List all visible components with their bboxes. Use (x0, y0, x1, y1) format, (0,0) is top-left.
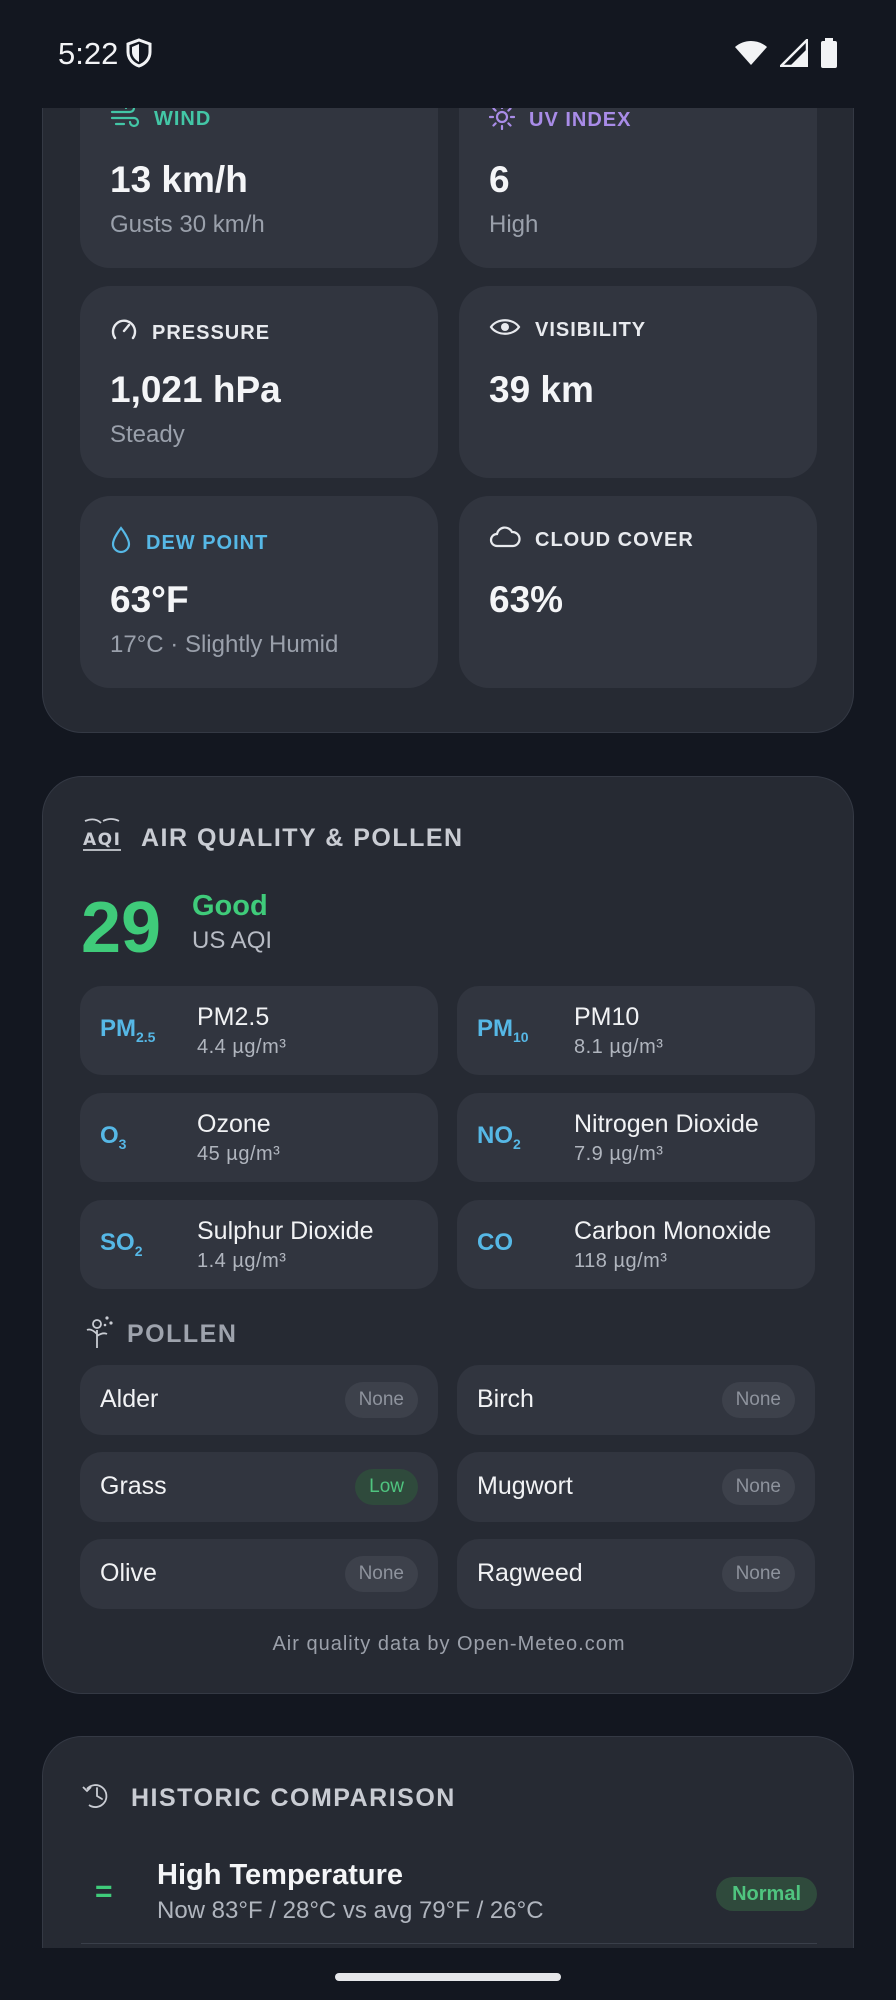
flower-icon (83, 1314, 115, 1355)
pollutant-name: Nitrogen Dioxide (574, 1110, 759, 1138)
pollutant-symbol: CO (477, 1229, 513, 1256)
pollen-name: Birch (477, 1385, 534, 1413)
pollutant-value: 45 µg/m³ (197, 1143, 281, 1165)
dew-point-detail: 17°C · Slightly Humid (110, 631, 339, 658)
pollen-level-badge: None (721, 1556, 795, 1592)
aqi-category: Good (192, 890, 268, 922)
pollutant-symbol: SO2 (100, 1229, 143, 1259)
pollutant-symbol: O3 (100, 1122, 127, 1152)
pressure-trend: Steady (110, 421, 185, 448)
pollutant-tile[interactable]: SO2 Sulphur Dioxide 1.4 µg/m³ (80, 1200, 438, 1289)
pollen-item-alder[interactable]: Alder None (80, 1365, 438, 1435)
visibility-tile[interactable]: VISIBILITY 39 km (459, 286, 817, 478)
pollutant-tile[interactable]: NO2 Nitrogen Dioxide 7.9 µg/m³ (457, 1093, 815, 1182)
pollutant-tile[interactable]: CO Carbon Monoxide 118 µg/m³ (457, 1200, 815, 1289)
pollen-level-badge: None (721, 1382, 795, 1418)
cloud-cover-value: 63% (489, 579, 564, 620)
wind-icon (110, 102, 140, 134)
uv-label: UV INDEX (529, 108, 632, 131)
pressure-label: PRESSURE (152, 321, 271, 344)
dew-point-tile[interactable]: DEW POINT 63°F 17°C · Slightly Humid (80, 496, 438, 688)
pollen-item-mugwort[interactable]: Mugwort None (457, 1452, 815, 1522)
dew-point-value: 63°F (110, 579, 189, 620)
pollutant-value: 118 µg/m³ (574, 1250, 668, 1272)
historic-row-title: High Temperature (157, 1859, 404, 1891)
pollutant-symbol: NO2 (477, 1122, 521, 1152)
pollutant-tile[interactable]: PM10 PM10 8.1 µg/m³ (457, 986, 815, 1075)
pollen-title: POLLEN (127, 1320, 238, 1348)
pollen-item-grass[interactable]: Grass Low (80, 1452, 438, 1522)
aqi-value: 29 (81, 888, 162, 968)
pollen-level-badge: None (344, 1556, 418, 1592)
pollutant-value: 7.9 µg/m³ (574, 1143, 664, 1165)
status-time: 5:22 (58, 36, 119, 71)
cloud-cover-tile[interactable]: CLOUD COVER 63% (459, 496, 817, 688)
gesture-nav-handle[interactable] (335, 1973, 561, 1981)
uv-level: High (489, 211, 539, 238)
pollen-name: Mugwort (477, 1472, 573, 1500)
pollen-name: Alder (100, 1385, 159, 1413)
data-credit[interactable]: Air quality data by Open-Meteo.com (43, 1633, 855, 1656)
shield-icon (126, 38, 152, 73)
svg-text:AQI: AQI (83, 830, 121, 850)
air-quality-card: AQI AIR QUALITY & POLLEN 29 Good US AQI … (42, 776, 854, 1694)
visibility-value: 39 km (489, 369, 594, 410)
pollen-name: Grass (100, 1472, 167, 1500)
cloud-icon (489, 526, 521, 554)
eye-icon (489, 316, 521, 344)
status-bar: 5:22 (0, 0, 896, 108)
pollen-name: Ragweed (477, 1559, 583, 1587)
pollen-item-olive[interactable]: Olive None (80, 1539, 438, 1609)
pollen-level-badge: None (344, 1382, 418, 1418)
aqi-icon: AQI (81, 817, 123, 860)
uv-value: 6 (489, 159, 510, 200)
pollen-item-birch[interactable]: Birch None (457, 1365, 815, 1435)
historic-title: HISTORIC COMPARISON (131, 1784, 456, 1812)
aqi-scale: US AQI (192, 927, 273, 954)
historic-row-detail: Now 83°F / 28°C vs avg 79°F / 26°C (157, 1897, 544, 1924)
pollutant-tile[interactable]: PM2.5 PM2.5 4.4 µg/m³ (80, 986, 438, 1075)
divider (81, 1943, 817, 1944)
pollutant-name: Sulphur Dioxide (197, 1217, 374, 1245)
wind-gusts: Gusts 30 km/h (110, 211, 265, 238)
pollen-item-ragweed[interactable]: Ragweed None (457, 1539, 815, 1609)
wifi-icon (734, 39, 768, 72)
pressure-value: 1,021 hPa (110, 369, 281, 410)
trend-equal-icon: = (95, 1875, 113, 1908)
historic-row-high-temperature[interactable]: = High Temperature Now 83°F / 28°C vs av… (81, 1859, 817, 1939)
historic-status-badge: Normal (716, 1877, 817, 1911)
water-drop-icon (110, 526, 132, 560)
cloud-cover-label: CLOUD COVER (535, 528, 694, 551)
history-icon (81, 1779, 113, 1818)
pollutant-name: Ozone (197, 1110, 271, 1138)
sun-icon (488, 103, 516, 136)
wind-label: WIND (154, 107, 212, 130)
pollutant-name: PM2.5 (197, 1003, 270, 1031)
pollen-name: Olive (100, 1559, 157, 1587)
battery-icon (820, 38, 838, 73)
pollutant-value: 1.4 µg/m³ (197, 1250, 287, 1272)
pollutant-name: Carbon Monoxide (574, 1217, 772, 1245)
conditions-card: WIND 13 km/h Gusts 30 km/h UV INDEX 6 Hi… (42, 0, 854, 733)
visibility-label: VISIBILITY (535, 318, 647, 341)
pollen-level-badge: Low (355, 1469, 418, 1505)
pollutant-symbol: PM2.5 (100, 1015, 156, 1045)
pollutant-value: 8.1 µg/m³ (574, 1036, 664, 1058)
gauge-icon (110, 316, 138, 350)
pollutant-symbol: PM10 (477, 1015, 529, 1045)
pollutant-tile[interactable]: O3 Ozone 45 µg/m³ (80, 1093, 438, 1182)
pressure-tile[interactable]: PRESSURE 1,021 hPa Steady (80, 286, 438, 478)
dew-point-label: DEW POINT (146, 531, 269, 554)
pollutant-name: PM10 (574, 1003, 640, 1031)
wind-value: 13 km/h (110, 159, 248, 200)
pollen-level-badge: None (721, 1469, 795, 1505)
cell-signal-icon (777, 36, 809, 72)
air-quality-title: AIR QUALITY & POLLEN (141, 824, 464, 852)
pollutant-value: 4.4 µg/m³ (197, 1036, 287, 1058)
